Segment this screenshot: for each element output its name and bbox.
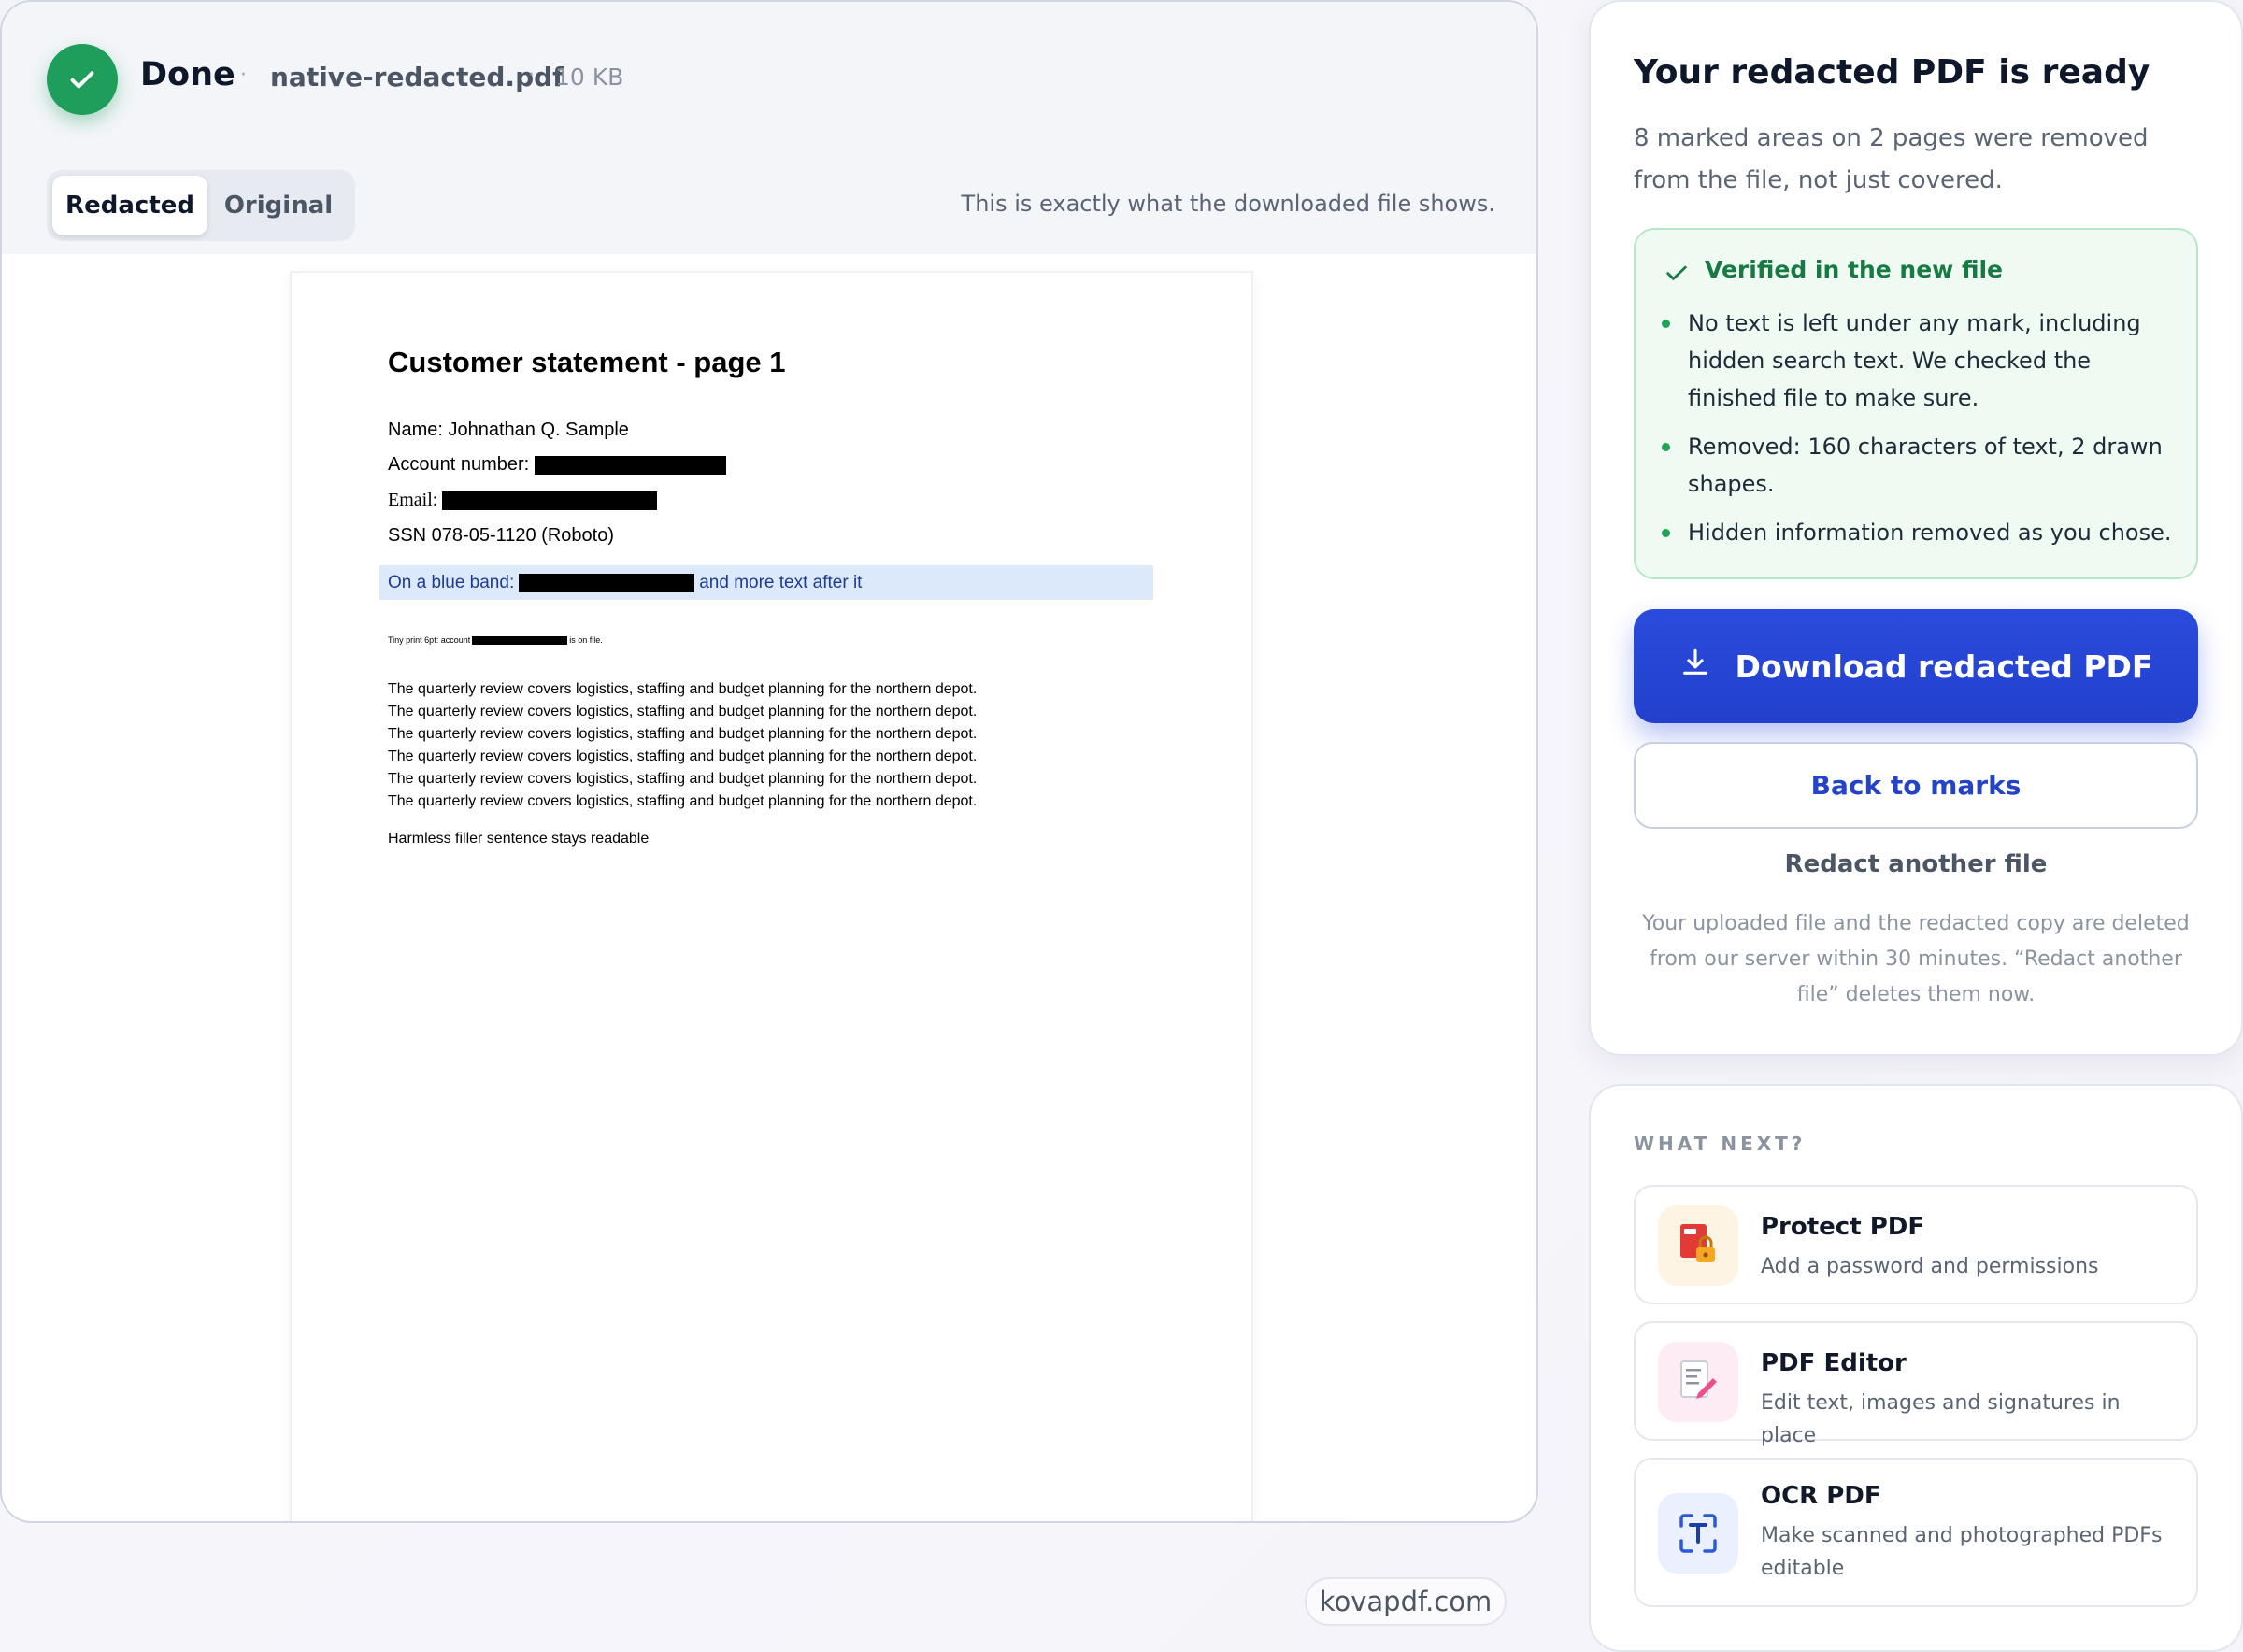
what-next-heading: WHAT NEXT? <box>1634 1132 1807 1155</box>
done-check-icon <box>47 44 118 115</box>
pdf-lock-icon <box>1658 1205 1738 1286</box>
band-prefix: On a blue band: <box>388 572 515 592</box>
email-label: Email: <box>388 490 438 510</box>
redaction-box <box>442 491 658 511</box>
verified-item: Removed: 160 characters of text, 2 drawn… <box>1662 428 2174 503</box>
verified-title: Verified in the new file <box>1705 256 2004 283</box>
file-size: 10 KB <box>555 64 624 91</box>
verified-box: Verified in the new file No text is left… <box>1634 228 2198 579</box>
separator-dot: · <box>240 64 247 87</box>
email-line: Email: <box>388 490 658 511</box>
verified-list: No text is left under any mark, includin… <box>1662 305 2174 563</box>
site-watermark: kovapdf.com <box>1305 1577 1507 1626</box>
pdf-page-preview: Customer statement - page 1 Name: Johnat… <box>292 273 1251 1521</box>
result-card: Your redacted PDF is ready 8 marked area… <box>1589 0 2243 1056</box>
redaction-box <box>519 573 695 592</box>
tool-name: OCR PDF <box>1761 1482 1881 1510</box>
separator-dot: · <box>528 64 535 87</box>
preview-card: Done · native-redacted.pdf · 10 KB Redac… <box>0 0 1538 1523</box>
tool-description: Make scanned and photographed PDFs edita… <box>1761 1524 2163 1580</box>
pdf-edit-icon <box>1658 1342 1738 1422</box>
download-label: Download redacted PDF <box>1735 648 2153 685</box>
paragraph-line: The quarterly review covers logistics, s… <box>388 748 978 764</box>
tab-redacted[interactable]: Redacted <box>52 176 207 235</box>
preview-note: This is exactly what the downloaded file… <box>961 191 1495 217</box>
redaction-box <box>534 455 726 475</box>
paragraph-line: The quarterly review covers logistics, s… <box>388 726 978 742</box>
download-icon <box>1679 647 1711 686</box>
tool-description: Add a password and permissions <box>1761 1255 2099 1278</box>
download-button[interactable]: Download redacted PDF <box>1634 609 2198 723</box>
check-icon <box>1664 260 1690 290</box>
ssn-line: SSN 078-05-1120 (Roboto) <box>388 525 614 546</box>
paragraph-line: The quarterly review covers logistics, s… <box>388 704 978 719</box>
verified-item: Hidden information removed as you chose. <box>1662 514 2174 551</box>
blue-band-line: On a blue band: and more text after it <box>379 565 1153 600</box>
closing-line: Harmless filler sentence stays readable <box>388 831 650 847</box>
deletion-note: Your uploaded file and the redacted copy… <box>1642 912 2190 1006</box>
redact-another-link[interactable]: Redact another file <box>1634 850 2198 878</box>
paragraph: The quarterly review covers logistics, s… <box>388 678 977 813</box>
paragraph-line: The quarterly review covers logistics, s… <box>388 771 978 787</box>
verified-item: No text is left under any mark, includin… <box>1662 305 2174 417</box>
file-name: native-redacted.pdf <box>270 62 564 93</box>
tab-original[interactable]: Original <box>207 176 350 235</box>
tool-description: Edit text, images and signatures in plac… <box>1761 1391 2121 1447</box>
tiny-suffix: is on file. <box>569 635 603 645</box>
account-label: Account number: <box>388 454 530 475</box>
ocr-scan-icon <box>1658 1493 1738 1574</box>
back-to-marks-button[interactable]: Back to marks <box>1634 742 2198 829</box>
band-suffix: and more text after it <box>699 572 863 592</box>
redaction-box <box>472 635 568 645</box>
paragraph-line: The quarterly review covers logistics, s… <box>388 793 978 809</box>
status-label: Done <box>140 56 236 93</box>
result-title: Your redacted PDF is ready <box>1634 53 2150 92</box>
result-subtitle: 8 marked areas on 2 pages were removed f… <box>1634 124 2149 194</box>
view-tabs: Redacted Original <box>47 170 355 241</box>
paragraph-line: The quarterly review covers logistics, s… <box>388 681 978 697</box>
name-line: Name: Johnathan Q. Sample <box>388 420 629 440</box>
tool-name: Protect PDF <box>1761 1213 1925 1241</box>
tiny-prefix: Tiny print 6pt: account <box>388 635 471 645</box>
tool-protect-pdf[interactable]: Protect PDF Add a password and permissio… <box>1634 1185 2198 1304</box>
tool-name: PDF Editor <box>1761 1349 1907 1377</box>
tiny-print-line: Tiny print 6pt: account is on file. <box>388 635 603 645</box>
what-next-card: WHAT NEXT? Protect PDF Add a password an… <box>1589 1084 2243 1652</box>
page-title: Customer statement - page 1 <box>388 346 786 378</box>
account-line: Account number: <box>388 454 726 476</box>
tool-pdf-editor[interactable]: PDF Editor Edit text, images and signatu… <box>1634 1321 2198 1447</box>
tool-ocr-pdf[interactable]: OCR PDF Make scanned and photographed PD… <box>1634 1458 2198 1607</box>
